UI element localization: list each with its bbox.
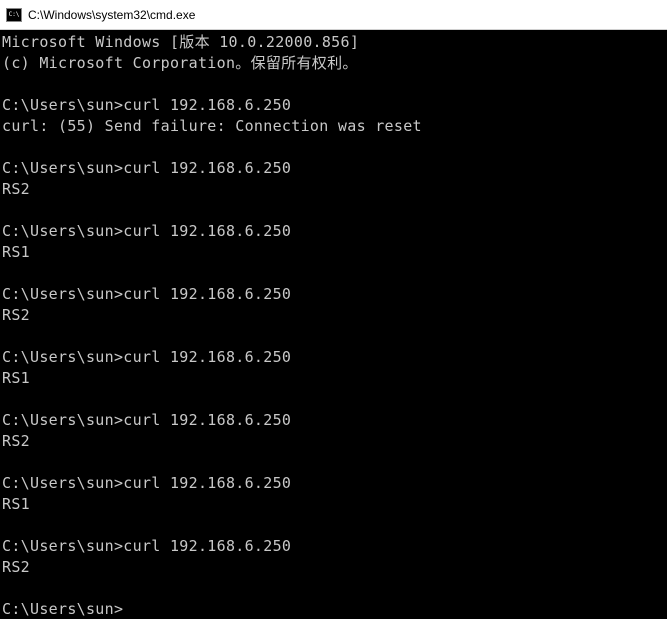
titlebar[interactable]: C:\Windows\system32\cmd.exe [0,0,667,30]
terminal-line: C:\Users\sun>curl 192.168.6.250 [2,536,665,557]
terminal-line: C:\Users\sun>curl 192.168.6.250 [2,410,665,431]
terminal-line [2,389,665,410]
cmd-icon [6,8,22,22]
terminal-line [2,326,665,347]
terminal-line [2,452,665,473]
terminal-line: RS1 [2,368,665,389]
terminal-line: C:\Users\sun>curl 192.168.6.250 [2,347,665,368]
terminal-line: C:\Users\sun>curl 192.168.6.250 [2,158,665,179]
terminal-line: C:\Users\sun> [2,599,665,619]
terminal-line [2,263,665,284]
terminal-line: RS2 [2,305,665,326]
cmd-window: C:\Windows\system32\cmd.exe Microsoft Wi… [0,0,667,619]
terminal-line: Microsoft Windows [版本 10.0.22000.856] [2,32,665,53]
terminal-line: C:\Users\sun>curl 192.168.6.250 [2,473,665,494]
terminal-line: C:\Users\sun>curl 192.168.6.250 [2,95,665,116]
terminal-line [2,74,665,95]
terminal-line: C:\Users\sun>curl 192.168.6.250 [2,284,665,305]
terminal-line: RS2 [2,179,665,200]
terminal-line: C:\Users\sun>curl 192.168.6.250 [2,221,665,242]
terminal-line [2,515,665,536]
terminal-line [2,200,665,221]
titlebar-title: C:\Windows\system32\cmd.exe [28,8,195,22]
terminal-line: RS1 [2,242,665,263]
terminal-output[interactable]: Microsoft Windows [版本 10.0.22000.856](c)… [0,30,667,619]
terminal-line: RS2 [2,431,665,452]
terminal-line: RS2 [2,557,665,578]
terminal-line: (c) Microsoft Corporation。保留所有权利。 [2,53,665,74]
terminal-line [2,578,665,599]
terminal-line: curl: (55) Send failure: Connection was … [2,116,665,137]
terminal-line [2,137,665,158]
terminal-line: RS1 [2,494,665,515]
